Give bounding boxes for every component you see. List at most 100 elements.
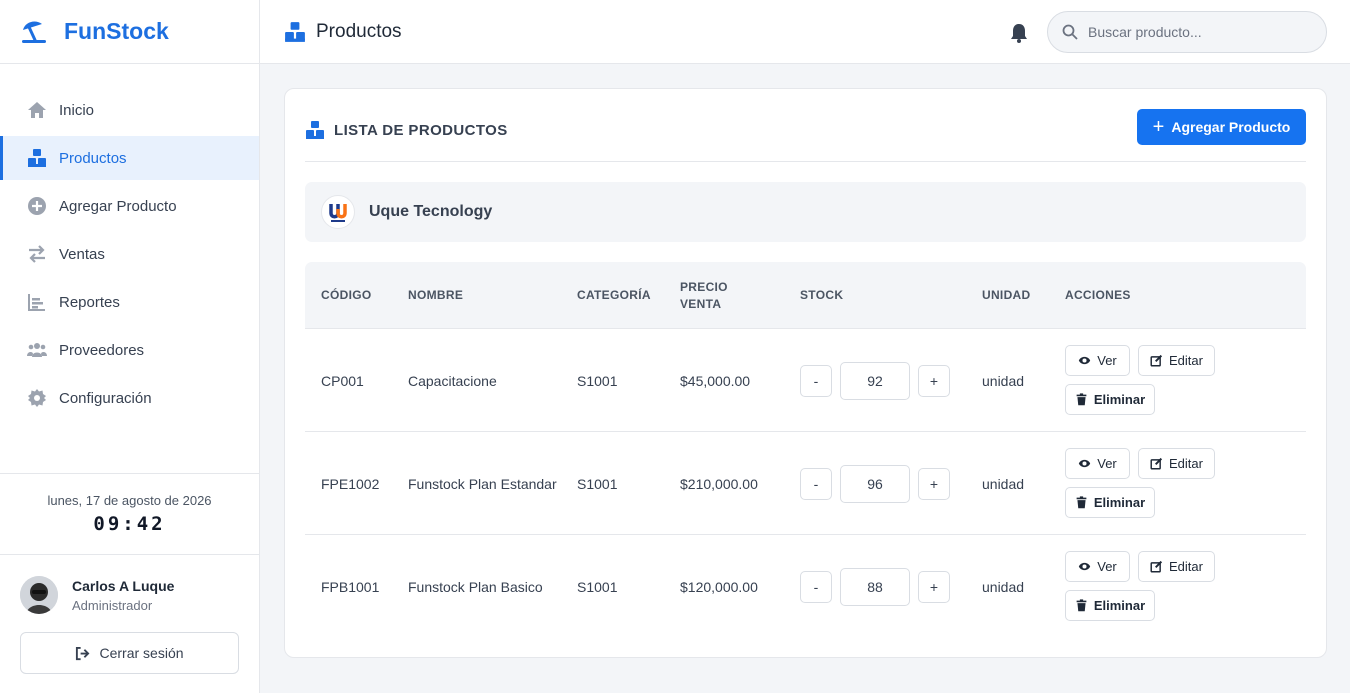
stock-increment-button[interactable]: + — [918, 467, 950, 500]
sidebar-item-configuracion[interactable]: Configuración — [0, 376, 259, 420]
avatar — [20, 576, 58, 614]
page-title-text: Productos — [316, 21, 402, 42]
sidebar-item-label: Reportes — [59, 293, 120, 311]
logout-button[interactable]: Cerrar sesión — [20, 632, 239, 674]
table-row: FPE1002 Funstock Plan Estandar S1001 $21… — [305, 432, 1306, 535]
search-input[interactable] — [1088, 24, 1308, 40]
sidebar-item-label: Proveedores — [59, 341, 145, 359]
table-row: CP001 Capacitacione S1001 $45,000.00 - +… — [305, 329, 1306, 432]
plus-circle-icon — [26, 195, 48, 217]
gear-icon — [26, 387, 48, 409]
eye-icon — [1079, 459, 1091, 468]
eye-icon — [1079, 562, 1091, 571]
cell-code: FPE1002 — [321, 475, 380, 492]
column-header-actions: ACCIONES — [1065, 288, 1131, 302]
stock-input[interactable] — [840, 361, 910, 400]
stock-decrement-button[interactable]: - — [800, 570, 832, 603]
current-date: lunes, 17 de agosto de 2026 — [47, 493, 212, 508]
user-profile: Carlos A Luque Administrador — [20, 576, 174, 614]
cell-category: S1001 — [577, 578, 618, 595]
stock-decrement-button[interactable]: - — [800, 364, 832, 397]
delete-button[interactable]: Eliminar — [1065, 590, 1155, 621]
edit-icon — [1150, 354, 1163, 367]
sidebar-item-label: Productos — [59, 149, 127, 167]
stock-stepper: - + — [800, 329, 950, 432]
cell-category: S1001 — [577, 372, 618, 389]
view-button[interactable]: Ver — [1065, 551, 1130, 582]
home-icon — [26, 99, 48, 121]
card-title: LISTA DE PRODUCTOS — [305, 120, 508, 140]
add-product-button[interactable]: + Agregar Producto — [1137, 109, 1306, 145]
delete-button[interactable]: Eliminar — [1065, 384, 1155, 415]
cell-unit: unidad — [982, 475, 1025, 492]
delete-button[interactable]: Eliminar — [1065, 487, 1155, 518]
delete-label: Eliminar — [1093, 495, 1146, 510]
chart-bar-icon — [26, 291, 48, 313]
stock-increment-button[interactable]: + — [918, 364, 950, 397]
table-header: CÓDIGO NOMBRE CATEGORÍA PRECIO VENTA STO… — [305, 262, 1306, 329]
boxes-icon — [26, 147, 48, 169]
sign-out-icon — [76, 646, 90, 660]
column-header-stock[interactable]: STOCK — [800, 262, 843, 329]
view-button[interactable]: Ver — [1065, 345, 1130, 376]
sidebar-item-label: Inicio — [59, 101, 95, 119]
edit-button[interactable]: Editar — [1138, 345, 1215, 376]
sidebar-item-proveedores[interactable]: Proveedores — [0, 328, 259, 372]
company-logo — [321, 195, 355, 229]
sidebar-item-label: Agregar Producto — [59, 197, 177, 215]
trash-icon — [1076, 496, 1087, 509]
sidebar-item-agregar-producto[interactable]: Agregar Producto — [0, 184, 259, 228]
edit-button[interactable]: Editar — [1138, 448, 1215, 479]
company-banner: Uque Tecnology — [305, 182, 1306, 242]
boxes-icon — [285, 22, 305, 42]
table-row: FPB1001 Funstock Plan Basico S1001 $120,… — [305, 535, 1306, 638]
date-clock-panel: lunes, 17 de agosto de 2026 09:42 — [0, 473, 259, 555]
cell-name: Funstock Plan Basico — [408, 578, 543, 595]
search-icon — [1062, 24, 1078, 40]
sidebar-nav: Inicio Productos Agregar Producto Ventas… — [0, 64, 259, 420]
edit-label: Editar — [1169, 353, 1203, 368]
edit-icon — [1150, 560, 1163, 573]
cell-price: $210,000.00 — [680, 475, 758, 492]
edit-button[interactable]: Editar — [1138, 551, 1215, 582]
column-header-price[interactable]: PRECIO VENTA — [680, 262, 750, 329]
stock-stepper: - + — [800, 432, 950, 535]
card-header: LISTA DE PRODUCTOS + Agregar Producto — [305, 109, 1306, 162]
search-box[interactable] — [1047, 11, 1327, 53]
user-role: Administrador — [72, 597, 153, 613]
boxes-icon — [306, 121, 324, 139]
cell-unit: unidad — [982, 578, 1025, 595]
sidebar-item-productos[interactable]: Productos — [0, 136, 259, 180]
current-time: 09:42 — [93, 513, 166, 535]
sidebar-item-ventas[interactable]: Ventas — [0, 232, 259, 276]
column-header-name[interactable]: NOMBRE — [408, 262, 558, 329]
stock-input[interactable] — [840, 464, 910, 503]
sidebar-item-inicio[interactable]: Inicio — [0, 88, 259, 132]
products-card: LISTA DE PRODUCTOS + Agregar Producto Uq… — [284, 88, 1327, 658]
sidebar-item-reportes[interactable]: Reportes — [0, 280, 259, 324]
cell-price: $45,000.00 — [680, 372, 751, 389]
column-header-category[interactable]: CATEGORÍA — [577, 262, 651, 329]
brand-name: FunStock — [64, 18, 169, 44]
cell-name: Capacitacione — [408, 372, 497, 389]
column-header-unit[interactable]: UNIDAD — [982, 262, 1030, 329]
bell-icon[interactable] — [1008, 22, 1030, 44]
cell-name: Funstock Plan Estandar — [408, 475, 557, 492]
user-name: Carlos A Luque — [72, 577, 175, 594]
view-button[interactable]: Ver — [1065, 448, 1130, 479]
cell-price: $120,000.00 — [680, 578, 758, 595]
umbrella-beach-icon — [22, 21, 46, 43]
stock-decrement-button[interactable]: - — [800, 467, 832, 500]
edit-label: Editar — [1169, 456, 1203, 471]
view-label: Ver — [1097, 456, 1117, 471]
trash-icon — [1076, 599, 1087, 612]
company-name: Uque Tecnology — [369, 203, 493, 220]
stock-increment-button[interactable]: + — [918, 570, 950, 603]
stock-input[interactable] — [840, 567, 910, 606]
column-header-code[interactable]: CÓDIGO — [321, 262, 371, 329]
brand[interactable]: FunStock — [0, 0, 259, 64]
trash-icon — [1076, 393, 1087, 406]
view-label: Ver — [1097, 353, 1117, 368]
products-table: CÓDIGO NOMBRE CATEGORÍA PRECIO VENTA STO… — [305, 262, 1306, 638]
cell-unit: unidad — [982, 372, 1025, 389]
